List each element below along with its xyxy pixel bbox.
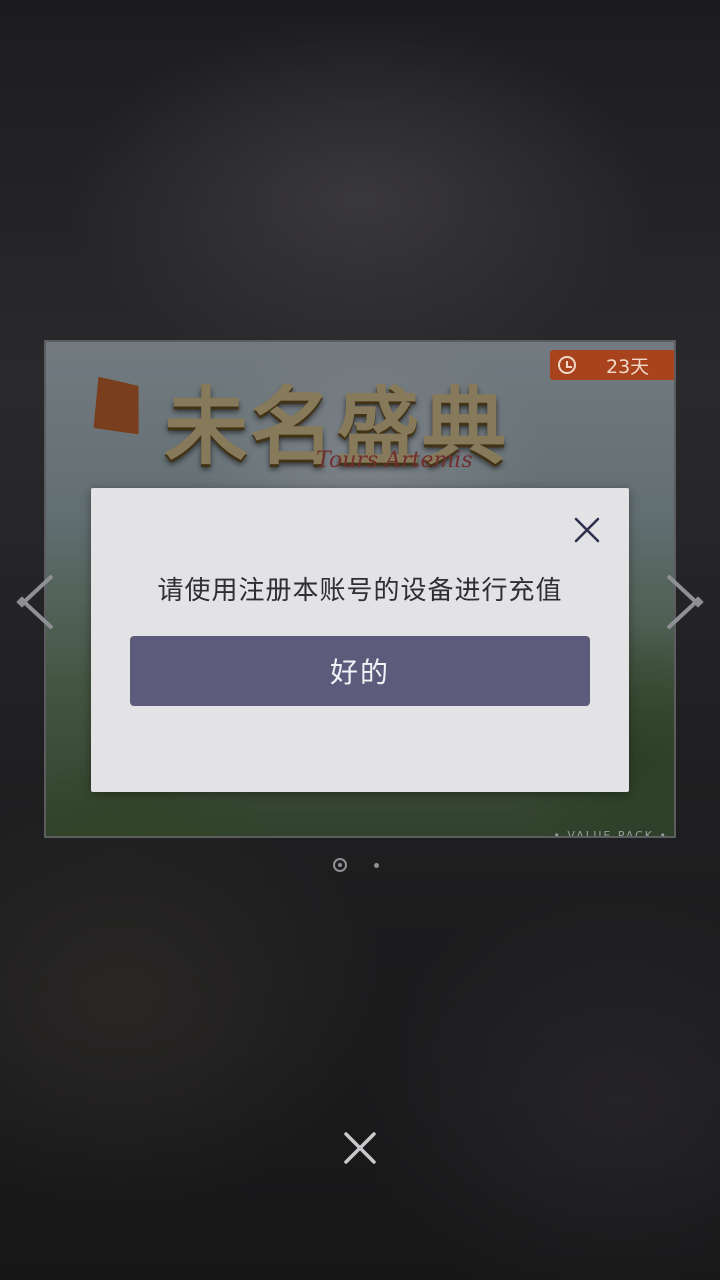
recharge-alert-dialog: 请使用注册本账号的设备进行充值 好的 [91, 488, 629, 792]
page-dot-active[interactable] [333, 858, 347, 872]
confirm-button[interactable]: 好的 [130, 636, 590, 706]
prev-arrow-icon[interactable] [16, 574, 56, 630]
dialog-close-icon[interactable] [573, 516, 601, 544]
timer-days: 23天 [606, 355, 650, 378]
timer-badge: 23天 [550, 350, 674, 380]
close-icon[interactable] [340, 1128, 380, 1168]
page-indicator [330, 858, 390, 878]
clock-icon [558, 356, 576, 374]
next-arrow-icon[interactable] [664, 574, 704, 630]
screen: 未名盛典 Tours Artemis 23天 • VALUE PACK • 请使… [0, 0, 720, 1280]
value-pack-label: • VALUE PACK • [553, 829, 668, 838]
dialog-message: 请使用注册本账号的设备进行充值 [157, 576, 563, 606]
page-dot[interactable] [374, 863, 379, 868]
